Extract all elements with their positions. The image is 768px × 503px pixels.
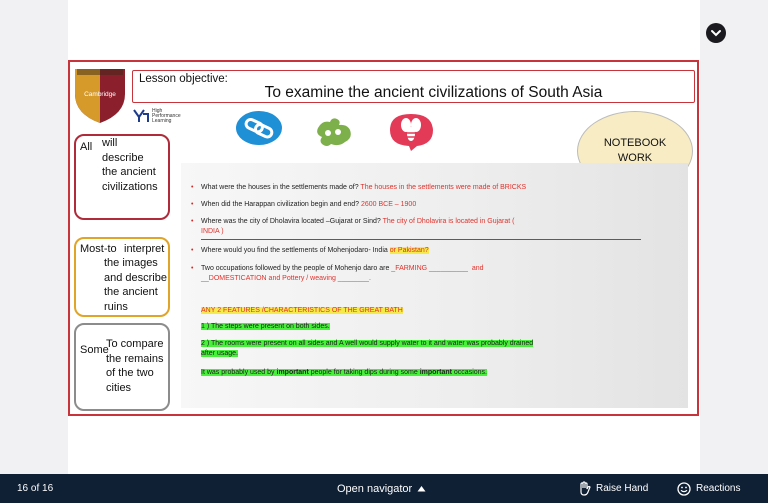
level-first-line: interpret — [124, 243, 165, 255]
caret-up-icon — [417, 486, 426, 492]
level-line: ruins — [104, 300, 128, 313]
reactions-label: Reactions — [696, 483, 741, 494]
logo-text: Cambridge — [84, 91, 116, 98]
features-heading: ANY 2 FEATURES /CHARACTERISTICS OF THE G… — [201, 307, 403, 314]
level-line: describe — [102, 151, 144, 164]
feature-2: 2 ) The rooms were present on all sides … — [201, 340, 534, 357]
lesson-objective-box: Lesson objective: To examine the ancient… — [132, 70, 695, 103]
slide: Cambridge High Performance Learning Less… — [68, 60, 699, 416]
level-line: of the two — [106, 367, 154, 379]
level-line: will — [102, 137, 118, 149]
level-line: the remains — [106, 352, 164, 365]
level-line: and describe — [104, 271, 167, 284]
smiley-icon — [677, 481, 691, 496]
level-line: cities — [106, 381, 132, 394]
reactions-button[interactable]: Reactions — [677, 474, 740, 503]
open-navigator-button[interactable]: Open navigator — [337, 474, 426, 503]
question-4: • Where would you find the settlements of… — [191, 247, 429, 254]
bee-icon — [387, 112, 435, 157]
level-most-box: Most-to interpret the images and describ… — [74, 237, 170, 317]
level-key: All — [80, 141, 93, 153]
level-line: To compare — [106, 338, 164, 350]
feature-1: 1 ) The steps were present on both sides… — [201, 323, 330, 330]
level-line: the images — [104, 257, 158, 269]
bottom-toolbar: 16 of 16 Open navigator Raise Hand React… — [0, 474, 768, 503]
level-key: Most-to — [80, 243, 117, 255]
hpl-mark-icon — [133, 109, 149, 122]
open-navigator-label: Open navigator — [337, 482, 413, 495]
question-5: • Two occupations followed by the people … — [191, 265, 484, 282]
level-all-box: All will describe the ancient civilizati… — [74, 134, 170, 220]
collapse-toggle-button[interactable] — [706, 23, 726, 43]
hpl-logo: High Performance Learning — [133, 109, 181, 124]
link-icon — [235, 110, 283, 151]
question-1: • What were the houses in the settlements… — [191, 184, 527, 191]
hand-icon — [580, 481, 591, 496]
worksheet-panel: • What were the houses in the settlements… — [181, 163, 688, 408]
level-line: civilizations — [102, 180, 158, 193]
chevron-down-icon — [711, 30, 721, 37]
hpl-line-3: Learning — [152, 118, 172, 124]
level-line: the ancient — [102, 166, 156, 178]
feature-3: It was probably used by important people… — [201, 369, 487, 376]
level-key: Some — [80, 344, 109, 356]
raise-hand-label: Raise Hand — [596, 483, 649, 494]
level-some-box: Some To compare the remains of the two c… — [74, 323, 170, 411]
page-counter: 16 of 16 — [17, 483, 54, 494]
question-2: • When did the Harappan civilization begi… — [191, 201, 417, 208]
objective-title: To examine the ancient civilizations of … — [264, 84, 603, 101]
answer-underline — [201, 239, 641, 240]
notebook-line-1: NOTEBOOK — [603, 137, 667, 149]
cambridge-logo: Cambridge — [74, 66, 126, 129]
question-3: • Where was the city of Dholavira located… — [191, 218, 515, 235]
raise-hand-button[interactable]: Raise Hand — [578, 474, 648, 503]
puzzle-icon — [314, 116, 354, 153]
level-line: the ancient — [104, 286, 158, 298]
